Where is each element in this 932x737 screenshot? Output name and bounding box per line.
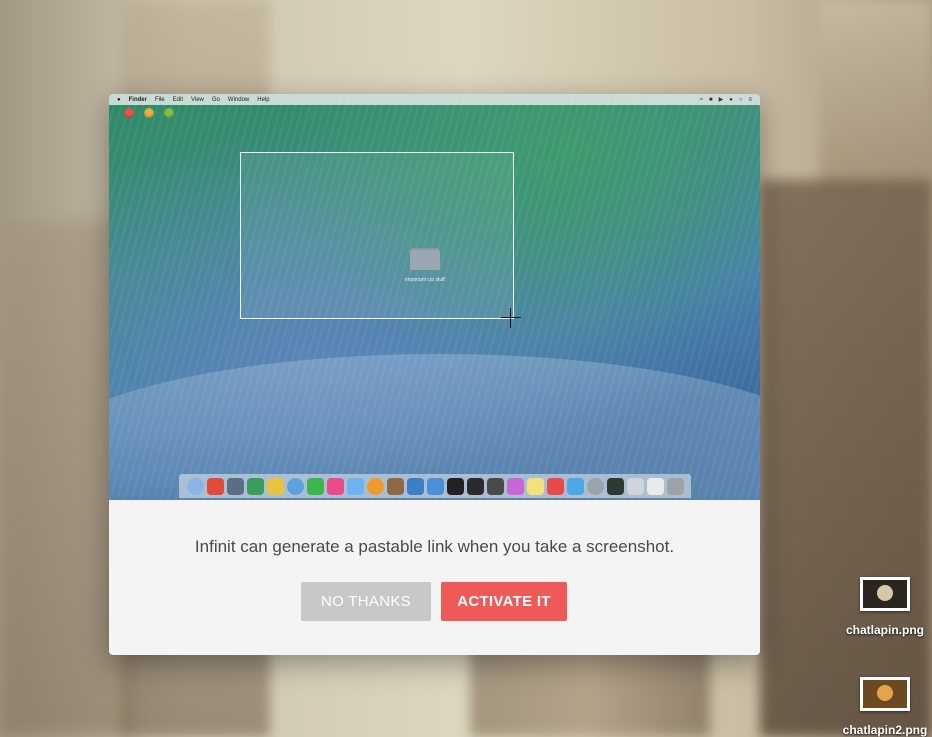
dock-app-icon: [646, 477, 664, 495]
dock-app-icon: [546, 477, 564, 495]
dock-app-icon: [426, 477, 444, 495]
dock-app-icon: [506, 477, 524, 495]
menu-view: View: [190, 96, 204, 103]
dock-app-icon: [606, 477, 624, 495]
user-icon: ●: [729, 96, 733, 103]
dock-app-icon: [486, 477, 504, 495]
desktop-file-chatlapin2[interactable]: chatlapin2.png: [840, 677, 930, 737]
dock-app-icon: [366, 477, 384, 495]
infinit-dialog: ● Finder File Edit View Go Window Help ≈…: [109, 94, 760, 655]
image-thumbnail-icon: [860, 577, 910, 611]
desktop-file-chatlapin[interactable]: chatlapin.png: [840, 577, 930, 637]
menu-help: Help: [257, 96, 270, 103]
dock-app-icon: [386, 477, 404, 495]
dock-app-icon: [306, 477, 324, 495]
preview-menubar: ● Finder File Edit View Go Window Help: [109, 94, 760, 105]
dock-app-icon: [406, 477, 424, 495]
dock-app-icon: [206, 477, 224, 495]
notification-list-icon: ≡: [748, 96, 752, 103]
volume-icon: ▶: [718, 97, 724, 103]
preview-status-icons: ≈ ■ ▶ ● ○ ≡: [700, 94, 752, 105]
background-building: [820, 0, 932, 190]
dock-app-icon: [226, 477, 244, 495]
minimize-window-icon: [144, 108, 154, 118]
close-window-icon: [124, 108, 134, 118]
wifi-icon: ≈: [699, 96, 703, 103]
activate-it-button[interactable]: ACTIVATE IT: [441, 582, 567, 621]
menu-file: File: [154, 96, 165, 103]
file-label: chatlapin2.png: [842, 723, 928, 737]
dock-app-icon: [186, 477, 204, 495]
dock-app-icon: [666, 477, 684, 495]
folder-icon: [410, 250, 440, 270]
folder-label: important cat stuff: [405, 277, 445, 283]
zoom-window-icon: [164, 108, 174, 118]
dock-app-icon: [326, 477, 344, 495]
preview-dock: [179, 474, 691, 498]
menu-window: Window: [227, 96, 250, 103]
no-thanks-button[interactable]: NO THANKS: [301, 582, 431, 621]
apple-icon: ●: [117, 96, 121, 103]
dock-app-icon: [286, 477, 304, 495]
menu-finder: Finder: [128, 96, 147, 103]
background-wall: [760, 180, 932, 737]
dock-app-icon: [566, 477, 584, 495]
image-thumbnail-icon: [860, 677, 910, 711]
screenshot-preview: ● Finder File Edit View Go Window Help ≈…: [109, 94, 760, 500]
lock-icon: ■: [708, 96, 713, 103]
menu-edit: Edit: [172, 96, 183, 103]
screenshot-selection-rect: [240, 152, 514, 319]
dock-app-icon: [526, 477, 544, 495]
dock-app-icon: [246, 477, 264, 495]
dock-app-icon: [626, 477, 644, 495]
dock-app-icon: [446, 477, 464, 495]
dialog-message: Infinit can generate a pastable link whe…: [194, 537, 675, 556]
dock-app-icon: [586, 477, 604, 495]
dock-app-icon: [466, 477, 484, 495]
menu-go: Go: [211, 96, 220, 103]
spotlight-icon: ○: [738, 96, 743, 103]
dock-app-icon: [346, 477, 364, 495]
file-label: chatlapin.png: [846, 623, 924, 637]
crosshair-cursor-icon: [501, 308, 521, 328]
dock-app-icon: [266, 477, 284, 495]
